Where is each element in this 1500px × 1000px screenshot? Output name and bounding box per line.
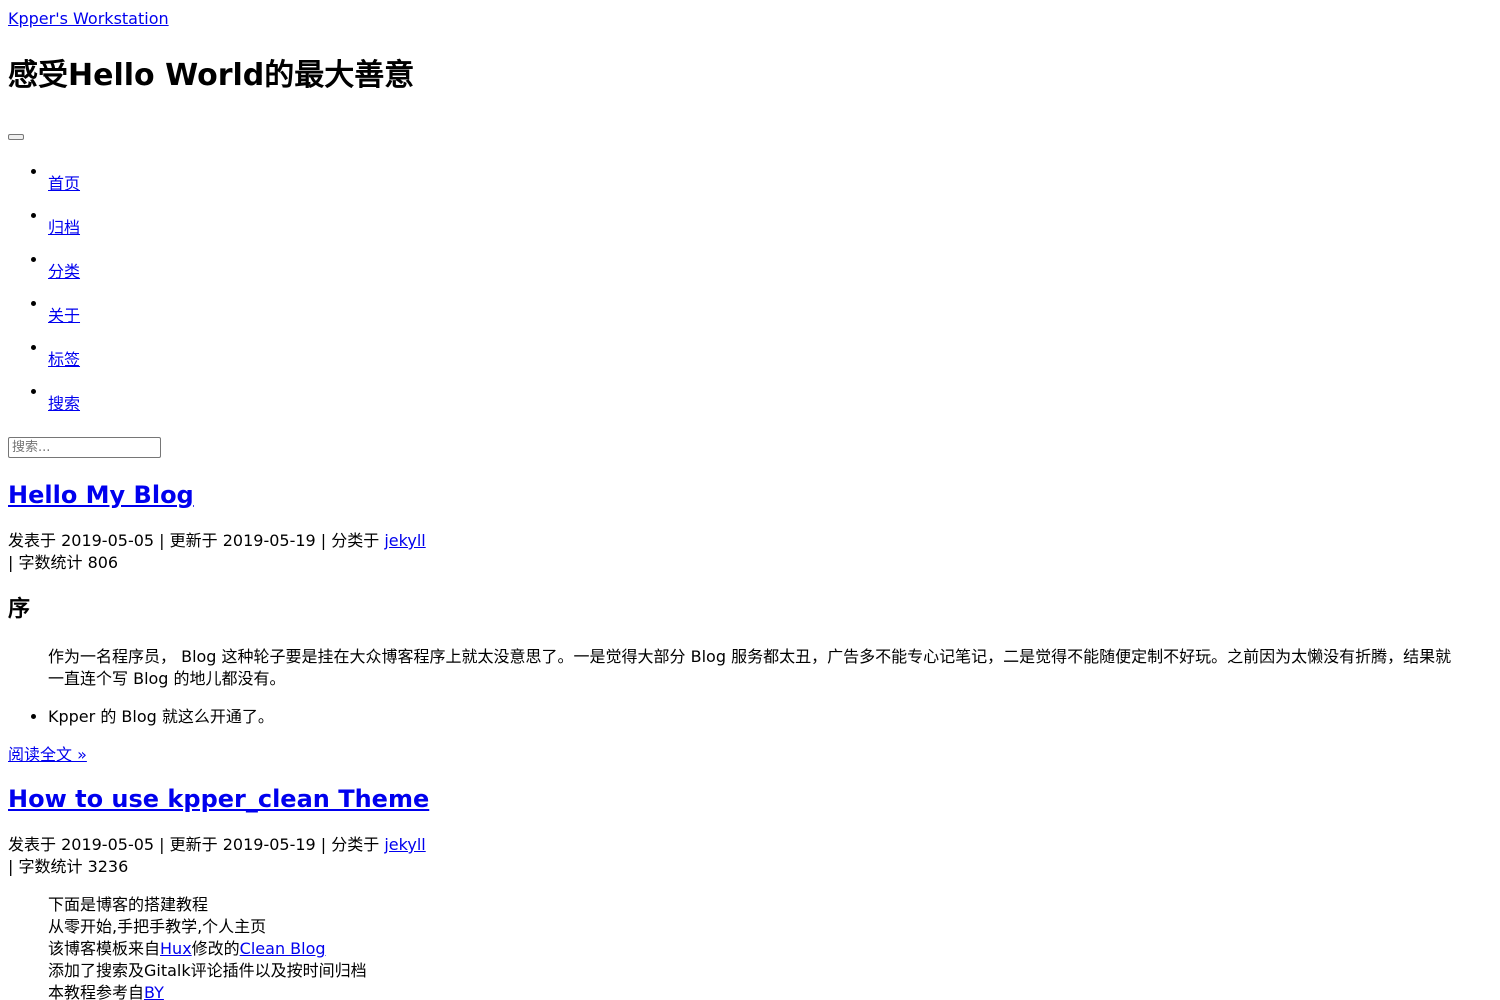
section-heading: 序 <box>8 597 31 622</box>
post-category-link[interactable]: jekyll <box>384 835 425 854</box>
clean-blog-link[interactable]: Clean Blog <box>240 939 326 958</box>
post-title-link[interactable]: Hello My Blog <box>8 481 194 509</box>
post-meta-dates: 发表于 2019-05-05 | 更新于 2019-05-19 | 分类于 <box>8 531 385 550</box>
intro-line: 本教程参考自BY <box>48 982 1452 1000</box>
intro-text: 本教程参考自 <box>48 983 145 1000</box>
nav-link-archive[interactable]: 归档 <box>48 217 80 239</box>
menu-toggle-button[interactable] <box>8 134 24 140</box>
search-input[interactable] <box>8 437 161 458</box>
read-more-link[interactable]: 阅读全文 » <box>8 744 87 766</box>
post-quote: 作为一名程序员， Blog 这种轮子要是挂在大众博客程序上就太没意思了。一是觉得… <box>48 647 1452 688</box>
post-hello-my-blog: Hello My Blog 发表于 2019-05-05 | 更新于 2019-… <box>8 480 1492 766</box>
nav-link-about[interactable]: 关于 <box>48 305 80 327</box>
list-item: Kpper 的 Blog 就这么开通了。 <box>48 706 1492 728</box>
nav-item-categories: 分类 <box>48 250 1492 294</box>
nav-link-search[interactable]: 搜索 <box>48 393 80 415</box>
by-link[interactable]: BY <box>144 983 164 1000</box>
post-meta: 发表于 2019-05-05 | 更新于 2019-05-19 | 分类于 je… <box>8 530 1492 574</box>
nav-link-categories[interactable]: 分类 <box>48 261 80 283</box>
nav-item-home: 首页 <box>48 162 1492 206</box>
post-title: How to use kpper_clean Theme <box>8 784 1492 814</box>
intro-line: 下面是博客的搭建教程 <box>48 895 209 914</box>
nav-item-search: 搜索 <box>48 382 1492 426</box>
post-kpper-clean-theme: How to use kpper_clean Theme 发表于 2019-05… <box>8 784 1492 1000</box>
post-intro-quote: 下面是博客的搭建教程 从零开始,手把手教学,个人主页 该博客模板来自Hux修改的… <box>48 894 1452 1000</box>
post-meta-dates: 发表于 2019-05-05 | 更新于 2019-05-19 | 分类于 <box>8 835 385 854</box>
nav-item-about: 关于 <box>48 294 1492 338</box>
post-category-link[interactable]: jekyll <box>384 531 425 550</box>
intro-line: 添加了搜索及Gitalk评论插件以及按时间归档 <box>48 961 367 980</box>
post-bullet-list: Kpper 的 Blog 就这么开通了。 <box>8 706 1492 728</box>
nav-item-tags: 标签 <box>48 338 1492 382</box>
page: Kpper's Workstation 感受Hello World的最大善意 首… <box>0 0 1500 1000</box>
hux-link[interactable]: Hux <box>160 939 192 958</box>
intro-line: 从零开始,手把手教学,个人主页 <box>48 917 267 936</box>
search-box <box>8 436 1492 458</box>
intro-line: 该博客模板来自Hux修改的Clean Blog <box>48 938 1452 960</box>
site-tagline: 感受Hello World的最大善意 <box>8 58 415 93</box>
post-title: Hello My Blog <box>8 480 1492 510</box>
nav-link-tags[interactable]: 标签 <box>48 349 80 371</box>
post-title-link[interactable]: How to use kpper_clean Theme <box>8 785 429 813</box>
post-word-count: | 字数统计 3236 <box>8 857 129 876</box>
nav-item-archive: 归档 <box>48 206 1492 250</box>
site-title-link[interactable]: Kpper's Workstation <box>8 8 169 30</box>
post-word-count: | 字数统计 806 <box>8 553 119 572</box>
intro-text: 修改的 <box>191 939 240 958</box>
post-meta: 发表于 2019-05-05 | 更新于 2019-05-19 | 分类于 je… <box>8 834 1492 878</box>
intro-text: 该博客模板来自 <box>48 939 161 958</box>
main-nav: 首页 归档 分类 关于 标签 搜索 <box>8 162 1492 426</box>
nav-link-home[interactable]: 首页 <box>48 173 80 195</box>
